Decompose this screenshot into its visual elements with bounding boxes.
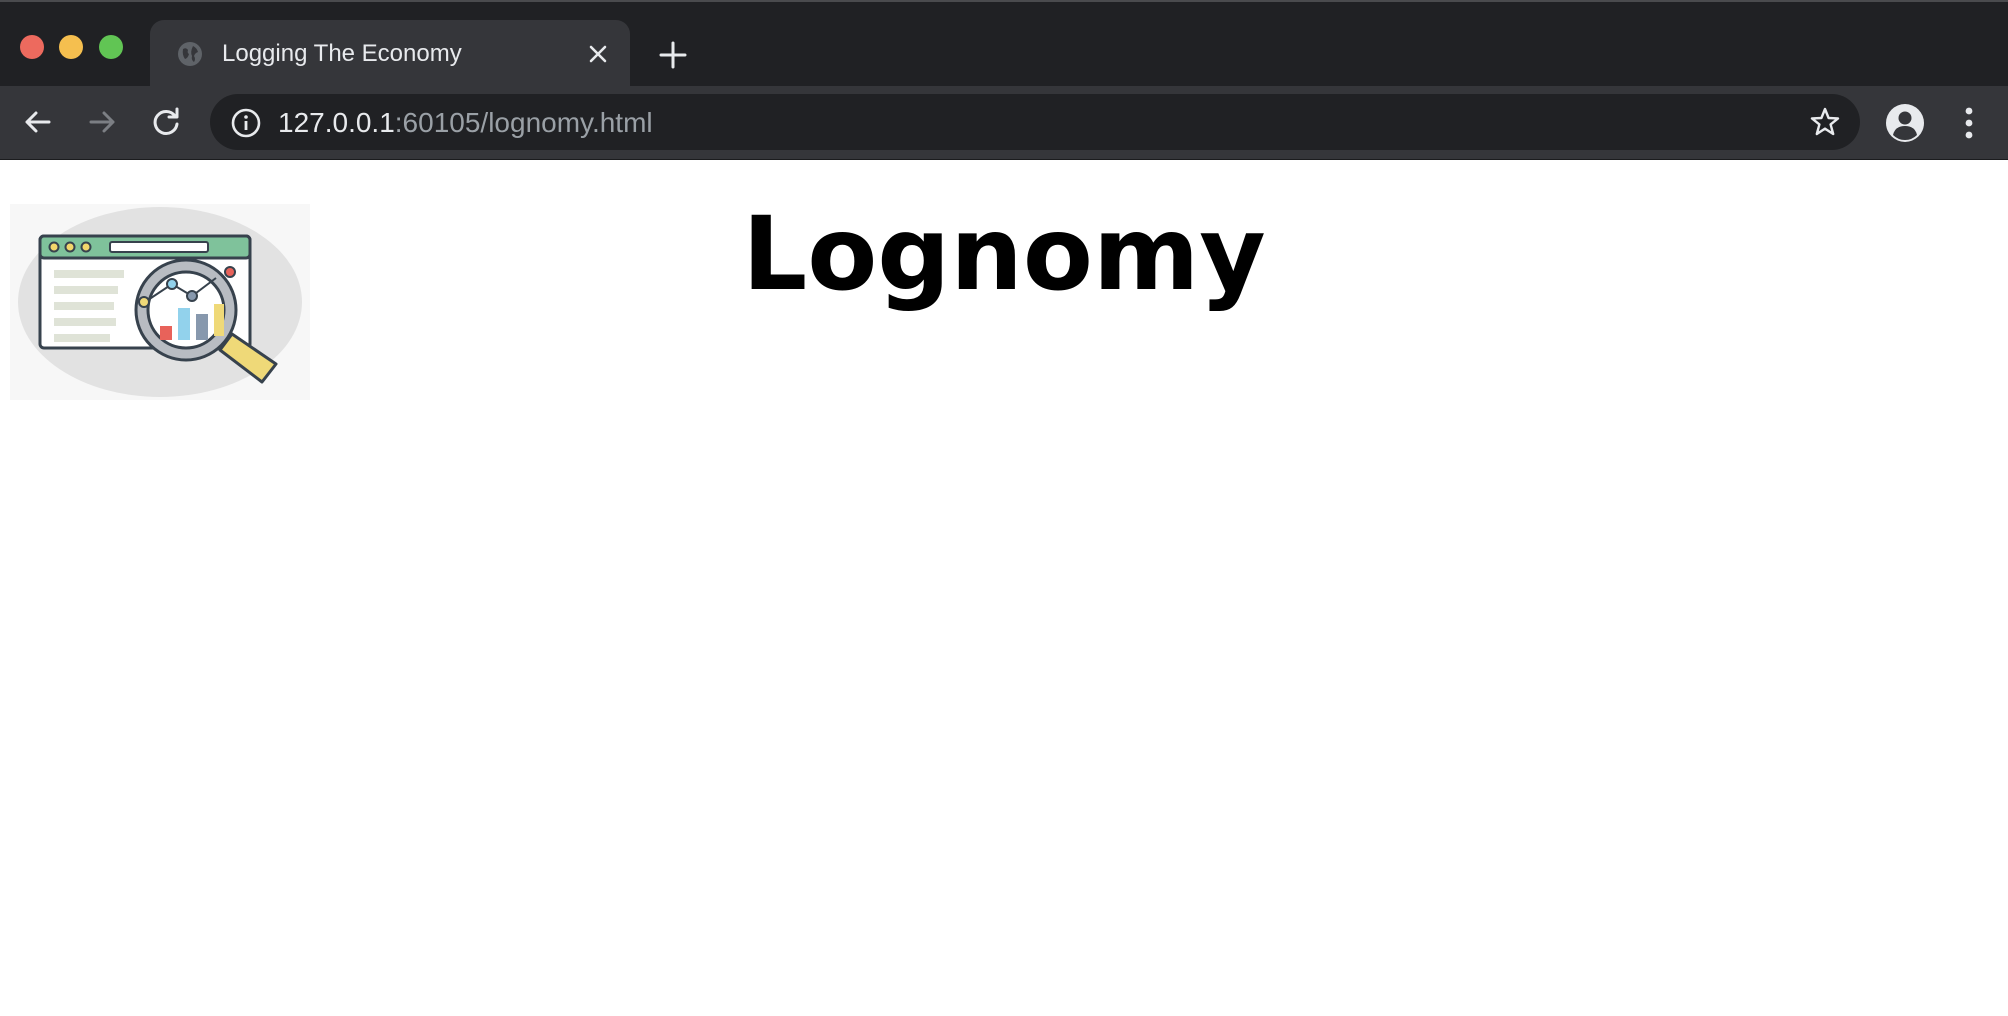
page-viewport: Lognomy — [0, 160, 2008, 1016]
more-menu-icon[interactable] — [1954, 104, 1984, 142]
url-host: 127.0.0.1 — [278, 107, 395, 138]
window-maximize-button[interactable] — [99, 35, 123, 59]
tab-active[interactable]: Logging The Economy — [150, 20, 630, 88]
url-text[interactable]: 127.0.0.1:60105/lognomy.html — [278, 107, 653, 139]
info-icon[interactable] — [230, 107, 262, 139]
reload-icon[interactable] — [146, 102, 186, 142]
url-path: :60105/lognomy.html — [394, 107, 653, 138]
new-tab-plus-icon[interactable] — [656, 38, 690, 72]
browser-window: Logging The Economy 127.0.0.1:60105/logn… — [0, 0, 2008, 1016]
back-arrow-icon[interactable] — [18, 102, 58, 142]
bookmark-star-icon[interactable] — [1808, 105, 1842, 139]
address-bar[interactable]: 127.0.0.1:60105/lognomy.html — [210, 94, 1860, 150]
tab-title: Logging The Economy — [222, 40, 462, 67]
globe-icon — [178, 42, 202, 66]
window-minimize-button[interactable] — [59, 35, 83, 59]
browser-toolbar: 127.0.0.1:60105/lognomy.html — [0, 86, 2008, 160]
tab-strip: Logging The Economy — [0, 0, 2008, 88]
forward-arrow-icon[interactable] — [82, 102, 122, 142]
close-icon[interactable] — [584, 40, 612, 68]
profile-avatar-icon[interactable] — [1884, 102, 1926, 144]
window-close-button[interactable] — [20, 35, 44, 59]
page-title: Lognomy — [742, 195, 1266, 314]
